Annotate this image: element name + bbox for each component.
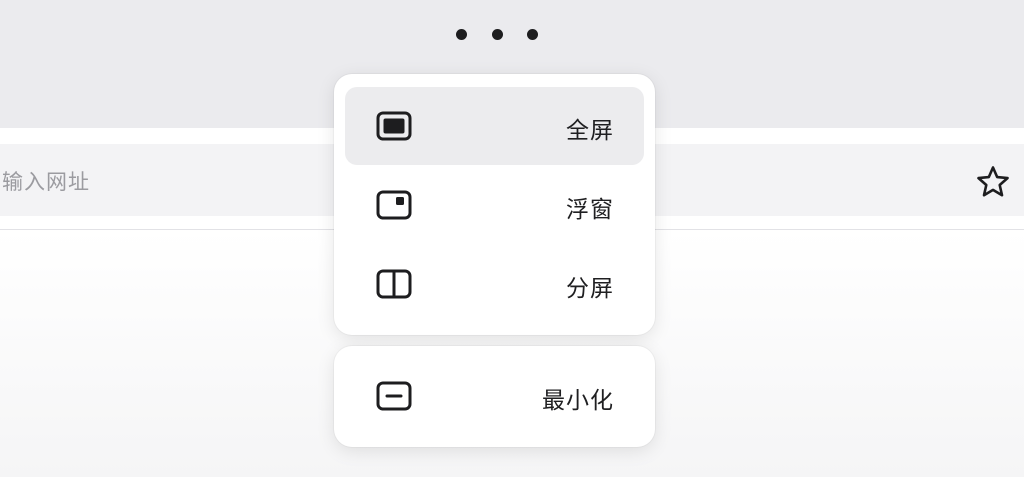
fullscreen-icon [376, 111, 412, 141]
menu-item-fullscreen[interactable]: 全屏 [345, 87, 644, 165]
more-dots-icon [456, 28, 467, 40]
split-screen-icon [376, 269, 412, 299]
screen: 输入网址 全屏 浮窗 分屏 最小化 [0, 0, 1024, 477]
menu-item-split-screen[interactable]: 分屏 [345, 245, 644, 323]
window-mode-menu: 全屏 浮窗 分屏 [334, 74, 655, 335]
star-icon[interactable] [974, 163, 1012, 201]
window-handle-dots[interactable] [456, 26, 538, 42]
window-minimize-menu: 最小化 [334, 346, 655, 447]
menu-item-label: 最小化 [542, 388, 614, 414]
menu-item-label: 分屏 [566, 276, 614, 302]
more-dots-icon [527, 28, 538, 40]
menu-item-floating-window[interactable]: 浮窗 [345, 166, 644, 244]
menu-item-label: 全屏 [566, 118, 614, 144]
menu-item-label: 浮窗 [566, 197, 614, 223]
floating-window-icon [376, 190, 412, 220]
more-dots-icon [491, 28, 503, 40]
menu-item-minimize[interactable]: 最小化 [345, 357, 644, 435]
minimize-icon [376, 381, 412, 411]
address-input-placeholder[interactable]: 输入网址 [2, 166, 90, 196]
